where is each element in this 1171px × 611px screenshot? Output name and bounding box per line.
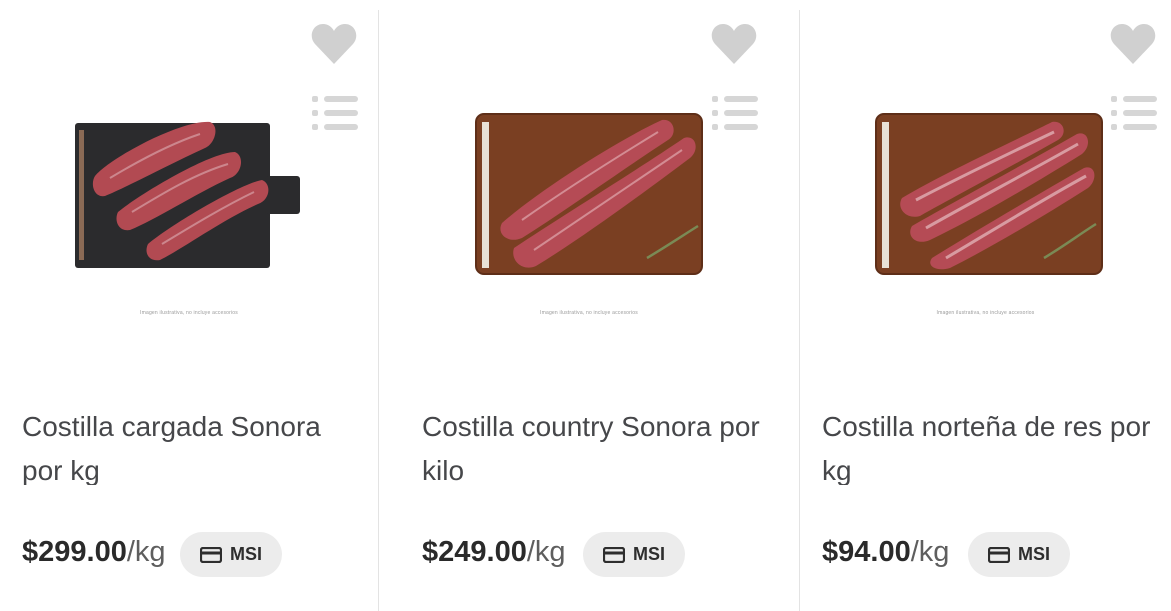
- add-to-list-icon[interactable]: [312, 92, 358, 134]
- msi-label: MSI: [1018, 544, 1051, 564]
- msi-badge[interactable]: MSI: [583, 532, 686, 577]
- image-disclaimer: Imagen ilustrativa, no incluye accesorio…: [140, 310, 238, 316]
- card-icon: [988, 546, 1010, 563]
- product-card[interactable]: Imagen ilustrativa, no incluye accesorio…: [400, 0, 778, 611]
- price-amount: $249.00: [422, 536, 527, 568]
- product-price: $94.00/kg: [822, 536, 949, 569]
- favorite-heart-icon[interactable]: [1109, 22, 1157, 66]
- product-title[interactable]: Costilla cargada Sonora por kg: [22, 405, 362, 485]
- product-card[interactable]: Imagen ilustrativa, no incluye accesorio…: [800, 0, 1171, 611]
- price-unit: /kg: [526, 536, 566, 568]
- price-unit: /kg: [126, 536, 166, 568]
- product-image[interactable]: [872, 108, 1112, 288]
- favorite-heart-icon[interactable]: [310, 22, 358, 66]
- price-unit: /kg: [910, 536, 950, 568]
- price-amount: $94.00: [822, 536, 911, 568]
- msi-label: MSI: [230, 544, 263, 564]
- product-image[interactable]: [472, 108, 712, 288]
- msi-badge[interactable]: MSI: [968, 532, 1071, 577]
- card-divider: [378, 10, 379, 611]
- card-icon: [603, 546, 625, 563]
- product-card[interactable]: Imagen ilustrativa, no incluye accesorio…: [0, 0, 378, 611]
- price-amount: $299.00: [22, 536, 127, 568]
- product-price: $299.00/kg: [22, 536, 166, 569]
- image-disclaimer: Imagen ilustrativa, no incluye accesorio…: [936, 310, 1035, 316]
- product-image[interactable]: [70, 108, 310, 288]
- msi-label: MSI: [633, 544, 666, 564]
- msi-badge[interactable]: MSI: [180, 532, 283, 577]
- favorite-heart-icon[interactable]: [710, 22, 758, 66]
- product-price: $249.00/kg: [422, 536, 566, 569]
- product-grid: Imagen ilustrativa, no incluye accesorio…: [0, 0, 1171, 611]
- card-icon: [200, 546, 222, 563]
- add-to-list-icon[interactable]: [1111, 92, 1157, 134]
- product-title[interactable]: Costilla country Sonora por kilo: [422, 405, 762, 485]
- add-to-list-icon[interactable]: [712, 92, 758, 134]
- product-title[interactable]: Costilla norteña de res por kg: [822, 405, 1162, 485]
- image-disclaimer: Imagen ilustrativa, no incluye accesorio…: [540, 310, 638, 316]
